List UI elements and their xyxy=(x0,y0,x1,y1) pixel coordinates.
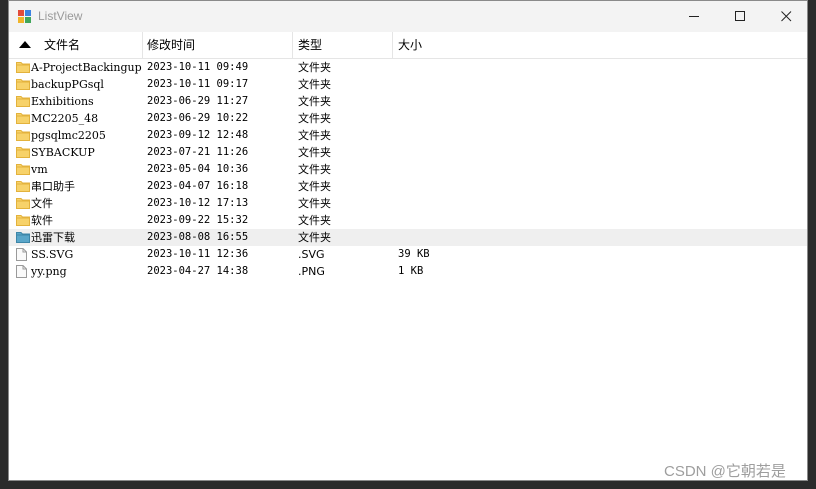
item-type: 文件夹 xyxy=(298,180,331,193)
folder-icon xyxy=(16,214,30,229)
item-name: Exhibitions xyxy=(31,95,94,108)
list-rows: A-ProjectBackingup 2023-10-11 09:49 文件夹 bac… xyxy=(9,59,807,280)
item-modified: 2023-09-12 12:48 xyxy=(147,129,249,141)
column-label-size: 大小 xyxy=(398,38,423,52)
sort-ascending-icon xyxy=(19,41,31,48)
item-modified: 2023-08-08 16:55 xyxy=(147,231,249,243)
column-label-type: 类型 xyxy=(298,38,323,52)
column-label-name: 文件名 xyxy=(44,38,81,52)
item-type: .SVG xyxy=(298,248,325,261)
item-name: SS.SVG xyxy=(31,248,74,261)
column-label-modified: 修改时间 xyxy=(147,38,196,52)
item-modified: 2023-10-11 12:36 xyxy=(147,248,249,260)
folder-icon xyxy=(16,180,30,195)
item-modified: 2023-10-11 09:17 xyxy=(147,78,249,90)
item-type: 文件夹 xyxy=(298,61,331,74)
item-name: MC2205_48 xyxy=(31,112,99,125)
maximize-icon xyxy=(734,11,745,21)
item-name: 软件 xyxy=(31,214,53,227)
item-name: 串口助手 xyxy=(31,180,75,193)
folder-icon xyxy=(16,61,30,76)
item-type: 文件夹 xyxy=(298,129,331,142)
column-header-size[interactable]: 大小 xyxy=(393,32,807,58)
item-modified: 2023-06-29 11:27 xyxy=(147,95,249,107)
folder-icon xyxy=(16,197,30,212)
list-item[interactable]: backupPGsql 2023-10-11 09:17 文件夹 xyxy=(9,76,807,93)
watermark: CSDN @它朝若是 xyxy=(664,463,786,480)
list-item[interactable]: A-ProjectBackingup 2023-10-11 09:49 文件夹 xyxy=(9,59,807,76)
listview-window: ListView 文件名 修改时间 类型 大小 A-ProjectBacking… xyxy=(8,0,808,481)
folder-icon xyxy=(16,112,30,127)
app-icon xyxy=(18,10,31,23)
item-name: SYBACKUP xyxy=(31,146,95,159)
item-modified: 2023-04-27 14:38 xyxy=(147,265,249,277)
close-button[interactable] xyxy=(763,1,809,32)
item-type: 文件夹 xyxy=(298,231,331,244)
item-modified: 2023-06-29 10:22 xyxy=(147,112,249,124)
window-title: ListView xyxy=(38,9,83,23)
special-folder-icon xyxy=(16,231,30,246)
list-item[interactable]: Exhibitions 2023-06-29 11:27 文件夹 xyxy=(9,93,807,110)
list-item[interactable]: SS.SVG 2023-10-11 12:36 .SVG 39 KB xyxy=(9,246,807,263)
item-type: 文件夹 xyxy=(298,112,331,125)
item-type: 文件夹 xyxy=(298,95,331,108)
item-type: 文件夹 xyxy=(298,163,331,176)
column-header-modified[interactable]: 修改时间 xyxy=(143,32,293,58)
item-type: 文件夹 xyxy=(298,214,331,227)
item-type: 文件夹 xyxy=(298,78,331,91)
item-modified: 2023-10-11 09:49 xyxy=(147,61,249,73)
folder-icon xyxy=(16,129,30,144)
folder-icon xyxy=(16,95,30,110)
item-name: pgsqlmc2205 xyxy=(31,129,106,142)
item-modified: 2023-04-07 16:18 xyxy=(147,180,249,192)
item-size: 39 KB xyxy=(398,248,430,260)
item-name: 迅雷下载 xyxy=(31,231,75,244)
folder-icon xyxy=(16,146,30,161)
item-modified: 2023-10-12 17:13 xyxy=(147,197,249,209)
list-item[interactable]: 软件 2023-09-22 15:32 文件夹 xyxy=(9,212,807,229)
close-icon xyxy=(780,11,791,22)
column-header-name[interactable]: 文件名 xyxy=(9,32,143,58)
title-bar[interactable]: ListView xyxy=(9,1,807,32)
folder-icon xyxy=(16,163,30,178)
list-item[interactable]: MC2205_48 2023-06-29 10:22 文件夹 xyxy=(9,110,807,127)
item-modified: 2023-07-21 11:26 xyxy=(147,146,249,158)
minimize-icon xyxy=(688,16,699,17)
maximize-button[interactable] xyxy=(717,1,763,32)
folder-icon xyxy=(16,78,30,93)
file-icon xyxy=(16,248,27,264)
item-modified: 2023-05-04 10:36 xyxy=(147,163,249,175)
column-header: 文件名 修改时间 类型 大小 xyxy=(9,32,807,59)
list-item[interactable]: SYBACKUP 2023-07-21 11:26 文件夹 xyxy=(9,144,807,161)
item-type: 文件夹 xyxy=(298,197,331,210)
list-item[interactable]: pgsqlmc2205 2023-09-12 12:48 文件夹 xyxy=(9,127,807,144)
item-type: 文件夹 xyxy=(298,146,331,159)
item-name: yy.png xyxy=(31,265,67,278)
list-item[interactable]: yy.png 2023-04-27 14:38 .PNG 1 KB xyxy=(9,263,807,280)
item-type: .PNG xyxy=(298,265,325,278)
file-icon xyxy=(16,265,27,281)
item-name: 文件 xyxy=(31,197,53,210)
item-name: backupPGsql xyxy=(31,78,104,91)
item-name: A-ProjectBackingup xyxy=(31,61,142,74)
list-item[interactable]: 迅雷下载 2023-08-08 16:55 文件夹 xyxy=(9,229,807,246)
list-view[interactable]: 文件名 修改时间 类型 大小 A-ProjectBackingup 2023-10… xyxy=(9,32,807,480)
item-modified: 2023-09-22 15:32 xyxy=(147,214,249,226)
column-header-type[interactable]: 类型 xyxy=(293,32,393,58)
list-item[interactable]: 文件 2023-10-12 17:13 文件夹 xyxy=(9,195,807,212)
minimize-button[interactable] xyxy=(671,1,717,32)
item-size: 1 KB xyxy=(398,265,424,277)
list-item[interactable]: 串口助手 2023-04-07 16:18 文件夹 xyxy=(9,178,807,195)
item-name: vm xyxy=(31,163,48,176)
list-item[interactable]: vm 2023-05-04 10:36 文件夹 xyxy=(9,161,807,178)
